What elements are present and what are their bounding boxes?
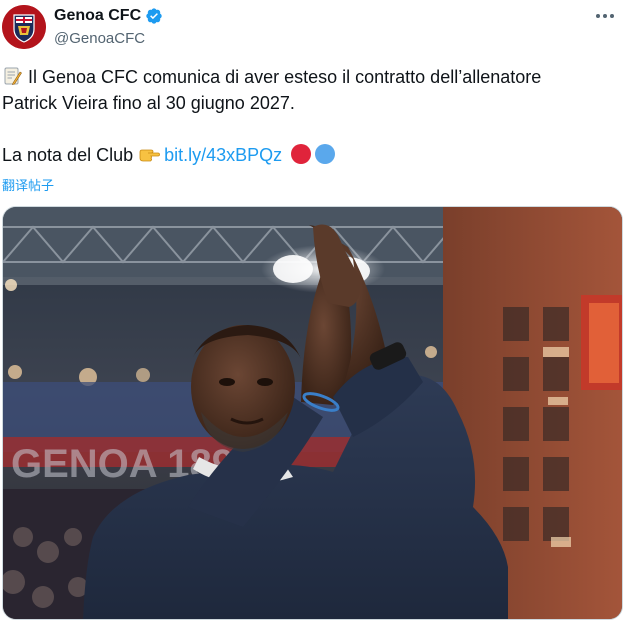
translate-post-link[interactable]: 翻译帖子 [2, 175, 54, 194]
verified-badge-icon [146, 8, 162, 24]
tweet-media-photo[interactable]: GENOA 1893 [2, 206, 623, 620]
tweet-text-line-3: La nota del Club bit.ly/43xBPQz [2, 142, 612, 168]
more-options-button[interactable] [591, 6, 619, 26]
more-options-icon [596, 14, 614, 18]
tweet-text-part-1: Il Genoa CFC comunica di aver esteso il … [28, 67, 542, 87]
genoa-crest-icon [2, 5, 46, 49]
coach-applauding-photo: GENOA 1893 [3, 207, 622, 619]
author-handle[interactable]: @GenoaCFC [54, 30, 145, 47]
tweet-header: Genoa CFC @GenoaCFC [0, 0, 625, 56]
memo-icon [4, 67, 22, 86]
author-name-row: Genoa CFC [54, 7, 163, 25]
tweet-text: Il Genoa CFC comunica di aver esteso il … [2, 64, 612, 168]
pointing-right-icon [139, 149, 161, 162]
club-note-label: La nota del Club [2, 145, 134, 165]
tweet-text-line-1: Il Genoa CFC comunica di aver esteso il … [2, 64, 612, 90]
author-display-name[interactable]: Genoa CFC [54, 7, 141, 25]
tweet-text-line-2: Patrick Vieira fino al 30 giugno 2027. [2, 93, 295, 113]
red-circle-icon [291, 144, 312, 164]
club-note-link[interactable]: bit.ly/43xBPQz [164, 145, 282, 165]
blue-circle-icon [315, 144, 336, 164]
avatar[interactable] [2, 5, 46, 49]
